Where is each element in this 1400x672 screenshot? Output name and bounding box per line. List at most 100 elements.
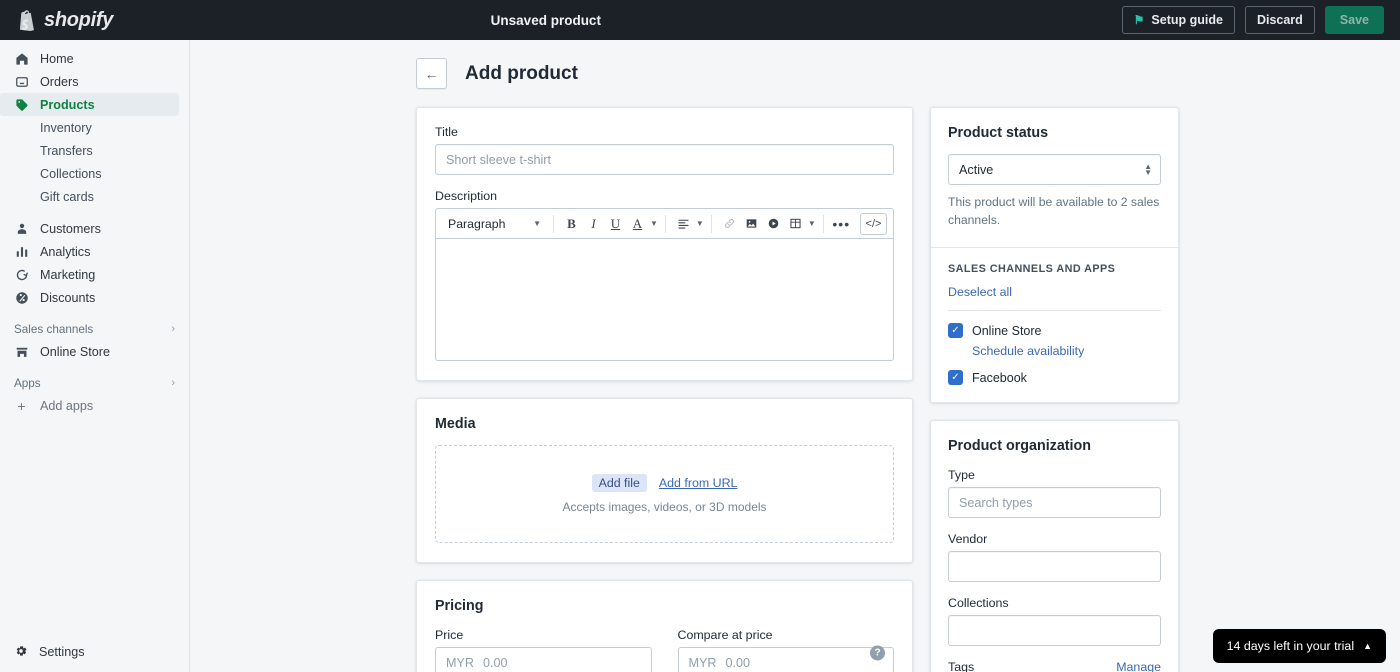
sidebar-item-products[interactable]: Products [0, 93, 179, 116]
sidebar-item-add-apps[interactable]: + Add apps [0, 394, 189, 417]
save-label: Save [1339, 13, 1369, 27]
chevron-down-icon[interactable]: ▼ [650, 219, 658, 228]
discounts-tag-icon [14, 291, 29, 305]
sidebar-item-label: Online Store [40, 344, 111, 359]
sidebar-item-transfers[interactable]: Transfers [0, 139, 189, 162]
image-icon [746, 219, 757, 228]
check-icon: ✓ [951, 372, 960, 384]
sales-channels-header: Sales channels [14, 322, 94, 336]
sidebar-section-apps[interactable]: Apps › [0, 372, 189, 394]
question-mark-icon[interactable]: ? [870, 645, 885, 661]
top-bar-actions: ⚑ Setup guide Discard Save [1121, 6, 1400, 34]
italic-button[interactable]: I [583, 213, 604, 235]
sidebar-item-label: Products [40, 97, 95, 112]
sidebar-item-online-store[interactable]: Online Store [0, 340, 189, 363]
channel-row-online-store[interactable]: ✓ Online Store [948, 323, 1161, 339]
collections-input[interactable] [948, 615, 1161, 647]
setup-guide-button[interactable]: ⚑ Setup guide [1121, 6, 1235, 34]
sidebar-item-marketing[interactable]: Marketing [0, 263, 189, 286]
price-placeholder: 0.00 [483, 655, 508, 670]
check-icon: ✓ [951, 325, 960, 337]
chevron-right-icon[interactable]: › [171, 323, 175, 335]
sidebar-subitem-label: Transfers [40, 143, 93, 158]
media-card: Media Add file Add from URL Accepts imag… [416, 398, 913, 563]
sidebar-item-gift-cards[interactable]: Gift cards [0, 185, 189, 208]
deselect-all-link[interactable]: Deselect all [948, 285, 1161, 299]
image-button[interactable] [741, 213, 762, 235]
block-format-select[interactable]: Paragraph ▼ [442, 213, 546, 235]
text-color-icon: A [632, 215, 643, 231]
title-input[interactable] [435, 144, 894, 175]
flag-icon: ⚑ [1133, 13, 1145, 27]
discard-button[interactable]: Discard [1244, 6, 1315, 34]
price-input[interactable]: MYR 0.00 [435, 647, 652, 672]
sidebar-item-inventory[interactable]: Inventory [0, 116, 189, 139]
sidebar-item-settings[interactable]: Settings [0, 640, 190, 664]
chevron-right-icon[interactable]: › [171, 377, 175, 389]
underline-button[interactable]: U [605, 213, 626, 235]
customers-person-icon [14, 222, 29, 236]
media-dropzone[interactable]: Add file Add from URL Accepts images, vi… [435, 445, 894, 543]
sidebar-item-analytics[interactable]: Analytics [0, 240, 189, 263]
apps-header: Apps [14, 376, 41, 390]
table-button[interactable] [785, 213, 806, 235]
main-content: ← Add product Title Description Paragrap… [190, 40, 1400, 672]
toolbar-divider [664, 214, 666, 233]
video-button[interactable] [763, 213, 784, 235]
bold-button[interactable]: B [561, 213, 582, 235]
save-button[interactable]: Save [1324, 6, 1384, 34]
type-input[interactable] [948, 487, 1161, 519]
tags-row: Tags Manage [948, 660, 1161, 672]
sidebar-item-label: Add apps [40, 398, 94, 413]
discard-label: Discard [1256, 13, 1303, 27]
page-header: ← Add product [190, 40, 1400, 89]
product-status-select[interactable]: Active [948, 154, 1161, 185]
window-title: Unsaved product [490, 12, 601, 28]
channel-row-facebook[interactable]: ✓ Facebook [948, 370, 1161, 386]
table-icon [790, 218, 801, 229]
sidebar-item-label: Orders [40, 74, 79, 89]
align-left-icon [678, 219, 689, 229]
compare-price-placeholder: 0.00 [725, 655, 751, 670]
shopify-logo[interactable]: shopify [0, 0, 190, 40]
online-store-checkbox[interactable]: ✓ [948, 323, 963, 339]
price-currency: MYR [446, 655, 474, 670]
sidebar-item-orders[interactable]: Orders [0, 70, 189, 93]
back-button[interactable]: ← [416, 58, 447, 89]
text-color-button[interactable]: A [627, 213, 648, 235]
sidebar-item-customers[interactable]: Customers [0, 217, 189, 240]
trial-status-pill[interactable]: 14 days left in your trial ▲ [1212, 629, 1386, 663]
align-button[interactable] [673, 213, 694, 235]
sidebar-item-label: Customers [40, 221, 101, 236]
storefront-icon [14, 345, 29, 359]
add-file-button[interactable]: Add file [591, 474, 647, 492]
pricing-title: Pricing [435, 598, 484, 614]
compare-price-label: Compare at price [677, 628, 773, 642]
compare-price-input[interactable]: MYR 0.00 [677, 647, 894, 672]
facebook-checkbox[interactable]: ✓ [948, 370, 963, 386]
schedule-availability-link[interactable]: Schedule availability [972, 344, 1161, 358]
collections-label: Collections [948, 596, 1009, 611]
sidebar-section-sales-channels[interactable]: Sales channels › [0, 318, 189, 340]
description-textarea[interactable] [435, 239, 894, 361]
sidebar-nav: Home Orders Products Inventory Transfers… [0, 40, 189, 417]
code-view-button[interactable]: </> [860, 212, 887, 235]
sidebar-item-home[interactable]: Home [0, 47, 189, 70]
link-button[interactable] [719, 213, 740, 235]
section-divider [948, 310, 1161, 312]
chevron-down-icon[interactable]: ▼ [808, 219, 816, 228]
chevron-down-icon: ▼ [533, 219, 541, 228]
manage-tags-link[interactable]: Manage [1116, 660, 1161, 672]
more-options-button[interactable]: ••• [831, 213, 852, 235]
toolbar-divider [710, 214, 712, 233]
arrow-left-icon: ← [424, 65, 439, 82]
add-from-url-link[interactable]: Add from URL [659, 476, 738, 490]
sidebar-item-collections[interactable]: Collections [0, 162, 189, 185]
chevron-down-icon[interactable]: ▼ [696, 219, 704, 228]
pricing-card: Pricing Price MYR 0.00 Compare at price [416, 580, 913, 672]
sidebar: Home Orders Products Inventory Transfers… [0, 40, 190, 672]
vendor-input[interactable] [948, 551, 1161, 583]
sidebar-item-discounts[interactable]: Discounts [0, 286, 189, 309]
compare-price-currency: MYR [688, 655, 717, 670]
